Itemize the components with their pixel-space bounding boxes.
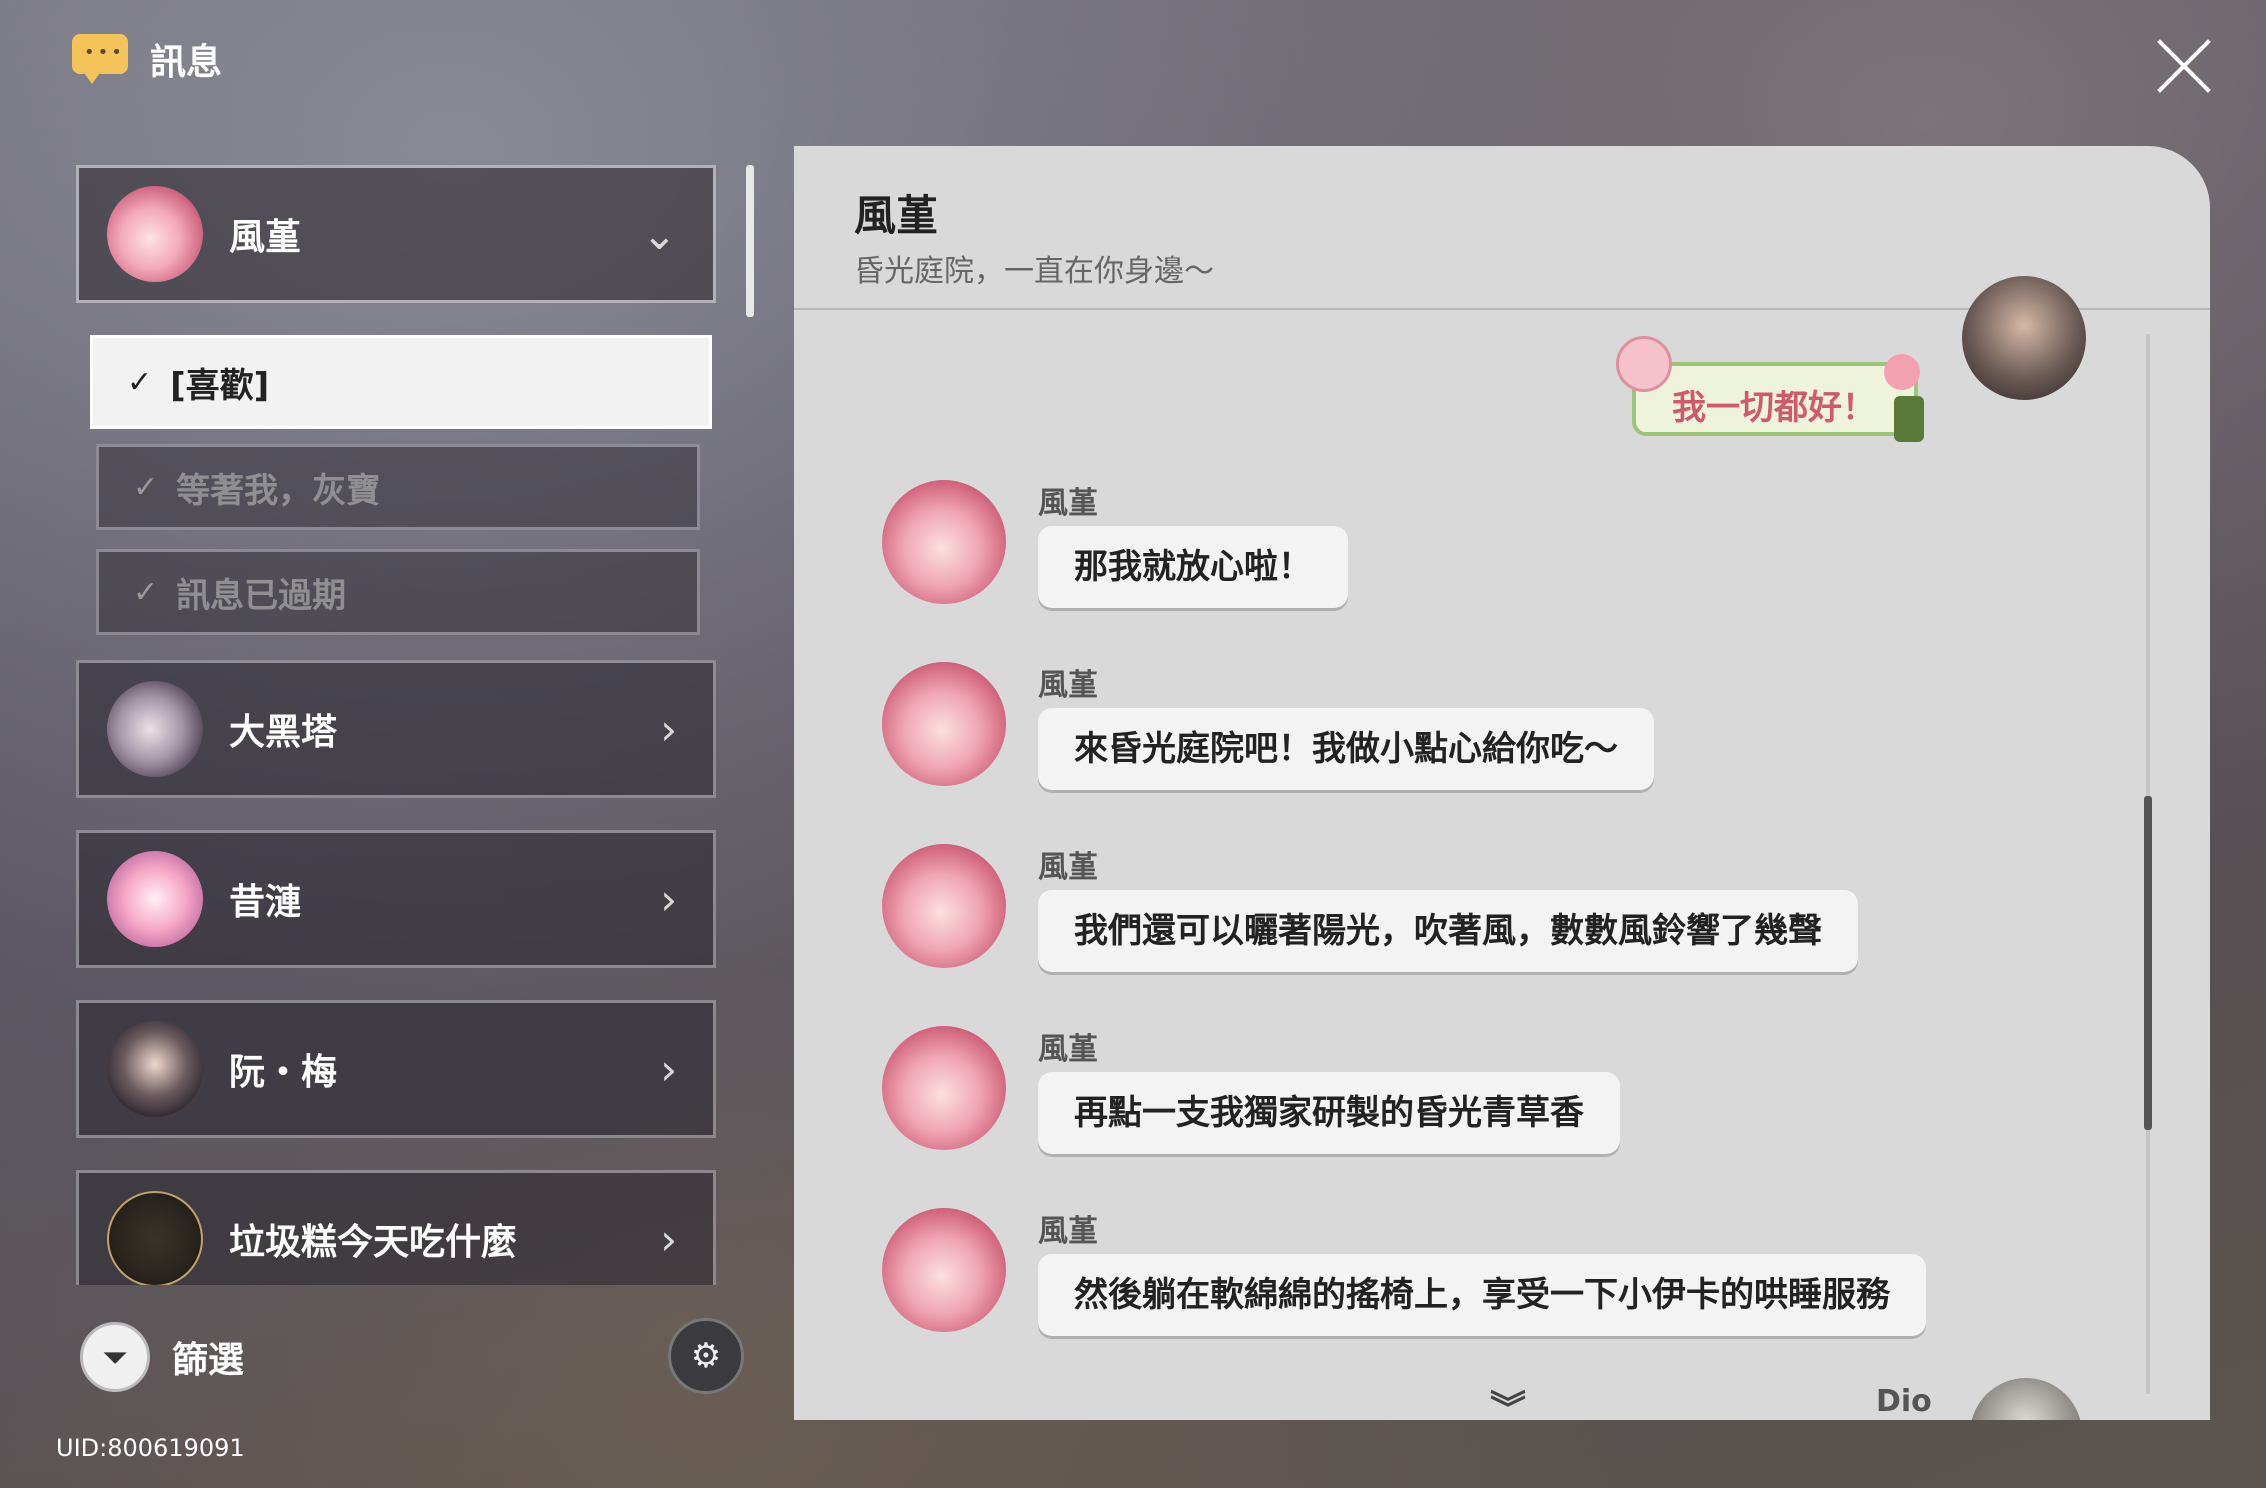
message-bubble: 再點一支我獨家研製的昏光青草香: [1038, 1072, 1620, 1154]
contact-list: 風堇 ⌄ ✓ [喜歡] ✓ 等著我，灰寶 ✓ 訊息已過期 大黑塔 › 昔漣 › …: [72, 165, 722, 1285]
avatar: [882, 1208, 1006, 1332]
close-icon[interactable]: [2154, 36, 2214, 96]
check-icon: ✓: [127, 364, 153, 400]
avatar: [1962, 276, 2086, 400]
avatar: [882, 1026, 1006, 1150]
message-sender: 風堇: [1038, 1214, 1098, 1249]
message-sender: 風堇: [1038, 668, 1098, 703]
thread-item[interactable]: ✓ 等著我，灰寶: [96, 444, 700, 530]
filter-label: 篩選: [172, 1340, 245, 1381]
message-bubble: 然後躺在軟綿綿的搖椅上，享受一下小伊卡的哄睡服務: [1038, 1254, 1926, 1336]
sticker-text: 我一切都好！: [1672, 388, 1876, 428]
contact-name: 大黑塔: [229, 712, 338, 753]
contact-name: 昔漣: [229, 882, 302, 923]
thread-item[interactable]: ✓ [喜歡]: [90, 335, 712, 429]
avatar: [882, 480, 1006, 604]
thread-label: [喜歡]: [170, 365, 270, 406]
app-header: ••• 訊息: [68, 30, 222, 88]
check-icon: ✓: [133, 574, 159, 610]
thread-label: 訊息已過期: [176, 575, 347, 616]
message-sender: 風堇: [1038, 486, 1098, 521]
contact-item-ruanmei[interactable]: 阮・梅 ›: [76, 1000, 716, 1138]
contact-item-cyrene[interactable]: 昔漣 ›: [76, 830, 716, 968]
message-bubble: 我們還可以曬著陽光，吹著風，數數風鈴響了幾聲: [1038, 890, 1858, 972]
thread-label: 等著我，灰寶: [176, 470, 381, 511]
contact-list-scrollbar[interactable]: [746, 165, 754, 317]
chat-title: 風堇: [854, 191, 939, 240]
thread-item[interactable]: ✓ 訊息已過期: [96, 549, 700, 635]
avatar: [107, 1021, 203, 1117]
avatar: [107, 186, 203, 282]
lantern-icon: [1894, 396, 1924, 442]
contact-name: 阮・梅: [229, 1052, 338, 1093]
avatar: [882, 844, 1006, 968]
message-sender: 風堇: [1038, 1032, 1098, 1067]
avatar: [1970, 1378, 2082, 1420]
avatar: [107, 681, 203, 777]
uid-label: UID:800619091: [56, 1434, 245, 1462]
contact-name: 風堇: [229, 217, 302, 258]
message-sender: Dio: [1876, 1384, 1932, 1419]
contact-name: 垃圾糕今天吃什麼: [229, 1222, 518, 1263]
chat-bubble-icon: •••: [68, 30, 130, 88]
avatar: [882, 662, 1006, 786]
app-title: 訊息: [150, 42, 223, 83]
chat-status: 昏光庭院，一直在你身邊～: [854, 254, 1214, 289]
chat-scrollbar-thumb[interactable]: [2144, 796, 2152, 1130]
contact-item-group[interactable]: 垃圾糕今天吃什麼 ›: [76, 1170, 716, 1285]
check-icon: ✓: [133, 469, 159, 505]
contact-item-fengjin[interactable]: 風堇 ⌄: [76, 165, 716, 303]
chat-panel: 風堇 昏光庭院，一直在你身邊～ 我一切都好！ 風堇 那我就放心啦！ 風堇 來昏光…: [794, 146, 2210, 1420]
chat-settings-icon[interactable]: ⚙: [668, 1318, 744, 1394]
chevron-right-icon: ›: [660, 704, 677, 754]
flower-icon: [1884, 354, 1920, 390]
message-bubble: 那我就放心啦！: [1038, 526, 1348, 608]
chevron-right-icon: ›: [660, 1214, 677, 1264]
message-bubble: 來昏光庭院吧！我做小點心給你吃～: [1038, 708, 1654, 790]
message-sender: 風堇: [1038, 850, 1098, 885]
filter-row[interactable]: ⏷ 篩選: [80, 1322, 244, 1392]
avatar: [107, 851, 203, 947]
chevron-down-icon: ⌄: [641, 209, 677, 259]
avatar: [107, 1191, 203, 1285]
contact-item-heita[interactable]: 大黑塔 ›: [76, 660, 716, 798]
sticker-character-icon: [1616, 336, 1672, 392]
chevron-right-icon: ›: [660, 1044, 677, 1094]
chevron-right-icon: ›: [660, 874, 677, 924]
sticker-message: 我一切都好！: [1616, 336, 1934, 446]
filter-funnel-icon[interactable]: ⏷: [80, 1322, 150, 1392]
double-chevron-down-icon[interactable]: ︾: [1490, 1380, 1526, 1420]
